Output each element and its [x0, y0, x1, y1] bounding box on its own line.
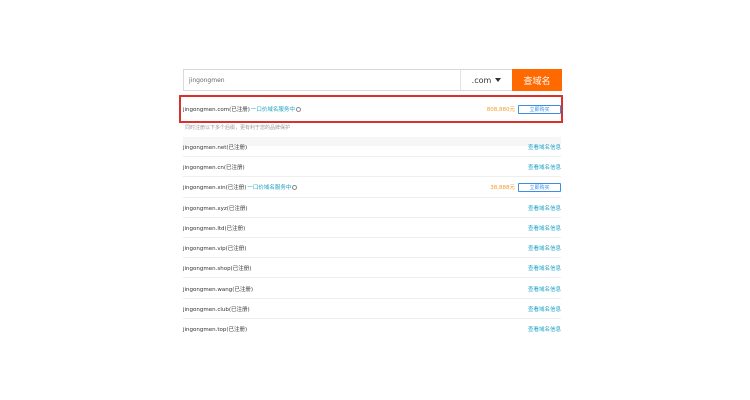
list-item: jingongmen.club(已注册) 查看域名信息	[183, 301, 561, 317]
list-item: jingongmen.wang(已注册) 查看域名信息	[183, 281, 561, 297]
divider	[183, 318, 561, 319]
view-whois-link[interactable]: 查看域名信息	[528, 325, 561, 333]
list-item: jingongmen.top(已注册) 查看域名信息	[183, 321, 561, 337]
divider	[183, 176, 561, 177]
divider	[183, 197, 561, 198]
tld-select[interactable]: .com	[460, 70, 512, 90]
view-whois-link[interactable]: 查看域名信息	[528, 244, 561, 252]
list-item: jingongmen.ltd(已注册) 查看域名信息	[183, 220, 561, 236]
result-price: 38,888元	[490, 185, 515, 191]
view-whois-link[interactable]: 查看域名信息	[528, 224, 561, 232]
divider	[183, 237, 561, 238]
result-domain: jingongmen.xyz(已注册)	[183, 206, 248, 212]
suffix-hint: 同时注册以下多个后缀，更有利于您的品牌保护	[185, 125, 291, 131]
list-item: jingongmen.cn(已注册) 查看域名信息	[183, 159, 561, 175]
result-domain: jingongmen.xin(已注册)	[183, 185, 247, 191]
divider	[183, 277, 561, 278]
result-price: 808,880元	[486, 107, 515, 113]
result-domain: jingongmen.com(已注册)	[183, 107, 250, 113]
domain-search-input[interactable]	[184, 70, 460, 90]
buy-now-button[interactable]: 立即购买	[518, 182, 561, 192]
view-whois-link[interactable]: 查看域名信息	[528, 204, 561, 212]
view-whois-link[interactable]: 查看域名信息	[528, 143, 561, 151]
view-whois-link[interactable]: 查看域名信息	[528, 305, 561, 313]
list-item: jingongmen.net(已注册) 查看域名信息	[183, 139, 561, 155]
divider	[183, 156, 561, 157]
chevron-down-icon	[495, 78, 502, 82]
list-item: jingongmen.shop(已注册) 查看域名信息	[183, 260, 561, 276]
search-domain-button[interactable]: 查域名	[512, 69, 562, 91]
view-whois-link[interactable]: 查看域名信息	[528, 163, 561, 171]
view-whois-link[interactable]: 查看域名信息	[528, 264, 561, 272]
list-item: jingongmen.xyz(已注册) 查看域名信息	[183, 200, 561, 216]
result-domain: jingongmen.cn(已注册)	[183, 165, 245, 171]
view-whois-link[interactable]: 查看域名信息	[528, 285, 561, 293]
result-domain: jingongmen.club(已注册)	[183, 307, 250, 313]
info-icon[interactable]	[292, 185, 298, 190]
result-domain: jingongmen.ltd(已注册)	[183, 226, 246, 232]
divider	[183, 217, 561, 218]
list-item: jingongmen.xin(已注册) 一口价域名服务中 38,888元 立即购…	[183, 179, 561, 195]
result-domain: jingongmen.top(已注册)	[183, 327, 248, 333]
tld-select-value: .com	[471, 75, 492, 85]
result-domain: jingongmen.vip(已注册)	[183, 246, 247, 252]
buy-now-button[interactable]: 立即购买	[518, 104, 561, 114]
domain-search-bar: .com 查域名	[183, 69, 562, 91]
top-result-row: jingongmen.com(已注册) 一口价域名服务中 808,880元 立即…	[183, 101, 561, 117]
divider	[183, 257, 561, 258]
promo-link[interactable]: 一口价域名服务中	[251, 105, 295, 113]
result-domain: jingongmen.wang(已注册)	[183, 287, 253, 293]
result-domain: jingongmen.net(已注册)	[183, 145, 248, 151]
list-item: jingongmen.vip(已注册) 查看域名信息	[183, 240, 561, 256]
info-icon[interactable]	[295, 107, 301, 112]
promo-link[interactable]: 一口价域名服务中	[247, 183, 291, 191]
divider	[183, 298, 561, 299]
result-domain: jingongmen.shop(已注册)	[183, 266, 252, 272]
